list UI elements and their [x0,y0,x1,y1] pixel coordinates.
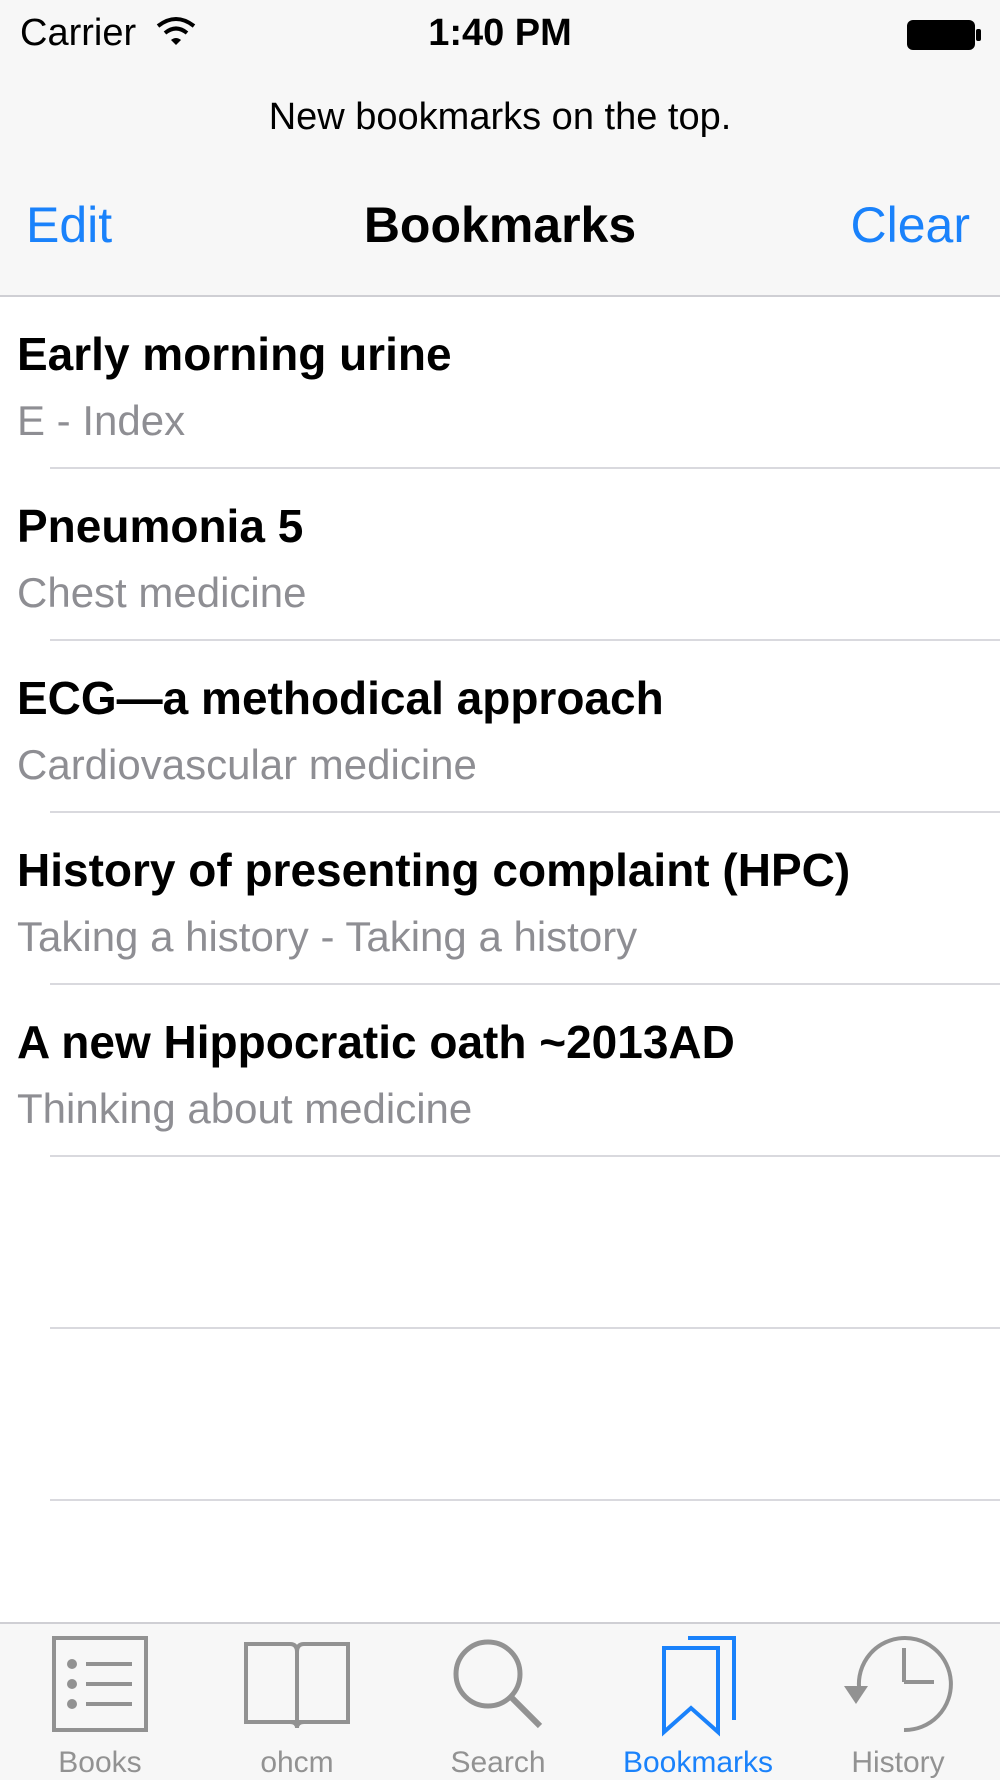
navigation-bar: New bookmarks on the top. Edit Bookmarks… [0,68,1000,297]
list-item[interactable]: ECG—a methodical approach Cardiovascular… [17,641,1000,813]
magnifier-icon [453,1639,543,1729]
tab-label: Bookmarks [622,1746,774,1779]
status-time: 1:40 PM [428,12,572,54]
tab-label: Books [58,1746,142,1779]
bookmarks-list: Early morning urine E - Index Pneumonia … [0,297,1000,1501]
list-item[interactable]: Early morning urine E - Index [17,297,1000,469]
clear-button[interactable]: Clear [851,196,970,254]
tab-bar: Books ohcm Search Bookmarks History [0,1622,1000,1780]
bookmark-title: ECG—a methodical approach [17,672,664,724]
bookmark-subtitle: Taking a history - Taking a history [17,913,638,960]
bookmark-title: Early morning urine [17,328,452,380]
empty-row [50,1157,1000,1329]
tab-bookmarks[interactable]: Bookmarks [598,1624,798,1780]
list-item[interactable]: History of presenting complaint (HPC) Ta… [17,813,1000,985]
battery-icon [906,18,982,57]
tab-label: ohcm [260,1746,334,1779]
tab-label: History [851,1746,945,1779]
status-bar: Carrier 1:40 PM [0,0,1000,68]
empty-row [50,1329,1000,1501]
bookmark-title: A new Hippocratic oath ~2013AD [17,1016,735,1068]
tab-history[interactable]: History [798,1624,998,1780]
bookmark-subtitle: Cardiovascular medicine [17,741,477,788]
bookmark-title: Pneumonia 5 [17,500,304,552]
tab-books[interactable]: Books [0,1624,200,1780]
bookmark-subtitle: Chest medicine [17,569,307,616]
list-item[interactable]: A new Hippocratic oath ~2013AD Thinking … [17,985,1000,1157]
list-item[interactable]: Pneumonia 5 Chest medicine [17,469,1000,641]
tab-label: Search [450,1746,546,1779]
bookmark-title: History of presenting complaint (HPC) [17,844,851,896]
navigation-prompt: New bookmarks on the top. [268,96,732,138]
bookmark-subtitle: Thinking about medicine [17,1085,473,1132]
clock-history-icon [844,1636,953,1733]
list-icon [52,1636,148,1732]
tab-ohcm[interactable]: ohcm [197,1624,397,1780]
tab-search[interactable]: Search [398,1624,598,1780]
open-book-icon [244,1642,350,1729]
bookmarks-icon [662,1636,736,1737]
bookmark-subtitle: E - Index [17,397,186,444]
